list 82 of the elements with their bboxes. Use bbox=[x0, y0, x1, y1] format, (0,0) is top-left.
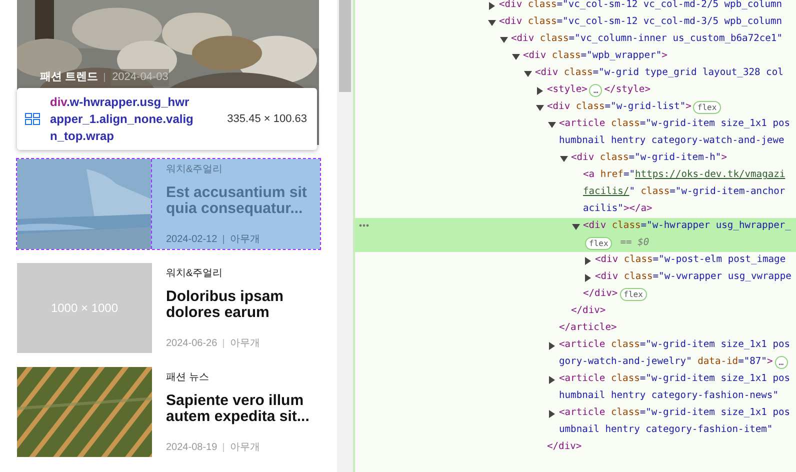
element-row[interactable]: <article class="w-grid-item size_1x1 pos gory-watch-and-jewelry" data-id="87"> … bbox=[355, 337, 796, 371]
collapsed-arrow-icon[interactable] bbox=[549, 376, 555, 384]
post-author: 아무개 bbox=[230, 441, 260, 455]
selected-element-row[interactable]: <div class="w-hwrapper usg_hwrapper_ flex == $0 bbox=[355, 218, 796, 252]
element-row[interactable]: <article class="w-grid-item size_1x1 pos umbnail hentry category-fashion-item" bbox=[355, 405, 796, 439]
post-date: 2024-06-26 bbox=[166, 337, 218, 351]
html-code: <a href="https://oks-dev.tk/vmagazi bbox=[583, 168, 786, 182]
console-reference: == $0 bbox=[620, 236, 650, 250]
html-code: <div class="vc_column-inner us_custom_b6a72ce1" bbox=[511, 32, 782, 46]
expanded-arrow-icon[interactable] bbox=[512, 54, 520, 60]
element-row[interactable]: <div class="w-vwrapper usg_vwrappe bbox=[355, 269, 796, 286]
html-code: <div class="vc_col-sm-12 vc_col-md-2/5 wpb_column bbox=[499, 0, 782, 12]
element-row[interactable]: <div class="w-grid-item-h"> bbox=[355, 150, 796, 167]
post-date: 2024-08-19 bbox=[166, 441, 218, 455]
post-category: 패션 뉴스 bbox=[166, 371, 210, 385]
html-code: <div class="w-grid type_grid layout_328 col bbox=[535, 66, 784, 80]
html-code: </style> bbox=[604, 83, 650, 98]
html-code: <div class="w-post-elm post_image bbox=[595, 253, 786, 268]
expanded-arrow-icon[interactable] bbox=[548, 122, 556, 128]
html-code: </div> bbox=[571, 304, 606, 318]
featured-category: 패션 트렌드 bbox=[40, 70, 98, 85]
collapsed-arrow-icon[interactable] bbox=[585, 256, 591, 264]
collapsed-arrow-icon[interactable] bbox=[549, 410, 555, 418]
element-row[interactable]: <div class="vc_col-sm-12 vc_col-md-2/5 wpb_column bbox=[355, 0, 796, 14]
html-code: <div class="w-grid-item-h"> bbox=[571, 151, 727, 166]
html-code: <div class="w-vwrapper usg_vwrappe bbox=[595, 270, 792, 284]
element-selector: div.w-hwrapper.usg_hwr apper_1.align_none.valig n_top.wrap bbox=[50, 94, 194, 144]
html-code: <div class="vc_col-sm-12 vc_col-md-3/5 wpb_column bbox=[499, 15, 782, 30]
post-author: 아무개 bbox=[230, 233, 260, 247]
html-code: facilis/" class="w-grid-item-anchor bbox=[583, 185, 786, 200]
html-code: <div class="w-grid-list"> bbox=[547, 100, 692, 114]
expanded-arrow-icon[interactable] bbox=[572, 224, 580, 230]
collapsed-arrow-icon[interactable] bbox=[489, 2, 495, 10]
featured-date: 2024-04-03 bbox=[111, 69, 170, 86]
badge[interactable]: flex bbox=[585, 237, 612, 250]
html-code: </div> bbox=[583, 287, 618, 302]
element-row[interactable]: <div class="w-grid type_grid layout_328 col bbox=[355, 65, 796, 82]
scrollbar-thumb[interactable] bbox=[339, 0, 351, 92]
html-code: <article class="w-grid-item size_1x1 pos bbox=[559, 406, 790, 420]
html-code: umbnail hentry category-fashion-item" bbox=[559, 423, 773, 438]
post-author: 아무개 bbox=[230, 337, 260, 351]
html-code: <article class="w-grid-item size_1x1 pos bbox=[559, 372, 790, 386]
expanded-arrow-icon[interactable] bbox=[560, 156, 568, 162]
html-code: <style> bbox=[547, 83, 588, 98]
element-row[interactable]: <style> … </style> bbox=[355, 82, 796, 99]
post-category: 워치&주얼리 bbox=[166, 163, 224, 177]
element-row[interactable]: <a href="https://oks-dev.tk/vmagazi facilis/" class="w-grid-item-anchor acilis"></a> bbox=[355, 167, 796, 218]
html-code: </div> bbox=[547, 440, 582, 454]
html-code: humbnail hentry category-watch-and-jewe bbox=[559, 134, 784, 148]
more-options-icon[interactable] bbox=[359, 224, 369, 227]
post-category: 워치&주얼리 bbox=[166, 267, 224, 281]
badge[interactable]: flex bbox=[693, 101, 721, 114]
html-code: humbnail hentry category-fashion-news" bbox=[559, 389, 778, 404]
post-title[interactable]: Doloribus ipsam dolores earum bbox=[166, 289, 320, 321]
element-row[interactable]: <div class="wpb_wrapper"> bbox=[355, 48, 796, 65]
element-size: 335.45 × 100.63 bbox=[227, 112, 307, 127]
html-code: <article class="w-grid-item size_1x1 pos bbox=[559, 338, 790, 352]
post-title[interactable]: Sapiente vero illum autem expedita sit... bbox=[166, 393, 320, 425]
html-code: <div class="w-hwrapper usg_hwrapper_ bbox=[583, 219, 791, 234]
post-date: 2024-02-12 bbox=[166, 233, 218, 247]
expanded-arrow-icon[interactable] bbox=[524, 70, 532, 76]
badge[interactable]: flex bbox=[620, 288, 647, 301]
collapsed-arrow-icon[interactable] bbox=[549, 342, 555, 350]
collapsed-arrow-icon[interactable] bbox=[537, 86, 543, 94]
html-code: </article> bbox=[559, 321, 617, 336]
expanded-arrow-icon[interactable] bbox=[536, 104, 544, 110]
element-row[interactable]: <article class="w-grid-item size_1x1 pos humbnail hentry category-watch-and-jewe bbox=[355, 116, 796, 150]
badge[interactable]: … bbox=[589, 84, 602, 97]
html-code: <article class="w-grid-item size_1x1 pos bbox=[559, 117, 790, 132]
element-row[interactable]: <div class="w-post-elm post_image bbox=[355, 252, 796, 269]
flex-layout-icon bbox=[25, 113, 40, 125]
html-code: <div class="wpb_wrapper"> bbox=[523, 49, 668, 64]
collapsed-arrow-icon[interactable] bbox=[585, 274, 591, 282]
html-code: gory-watch-and-jewelry" data-id="87"> bbox=[559, 355, 773, 370]
element-row[interactable]: <div class="vc_col-sm-12 vc_col-md-3/5 wpb_column bbox=[355, 14, 796, 31]
badge[interactable]: … bbox=[774, 356, 788, 369]
expanded-arrow-icon[interactable] bbox=[488, 20, 496, 26]
html-code: acilis"></a> bbox=[583, 202, 652, 216]
element-row[interactable]: <div class="w-grid-list"> flex bbox=[355, 99, 796, 116]
element-row[interactable]: <div class="vc_column-inner us_custom_b6a72ce1" bbox=[355, 31, 796, 48]
expanded-arrow-icon[interactable] bbox=[500, 36, 508, 42]
element-row[interactable]: <article class="w-grid-item size_1x1 pos humbnail hentry category-fashion-news" bbox=[355, 371, 796, 405]
